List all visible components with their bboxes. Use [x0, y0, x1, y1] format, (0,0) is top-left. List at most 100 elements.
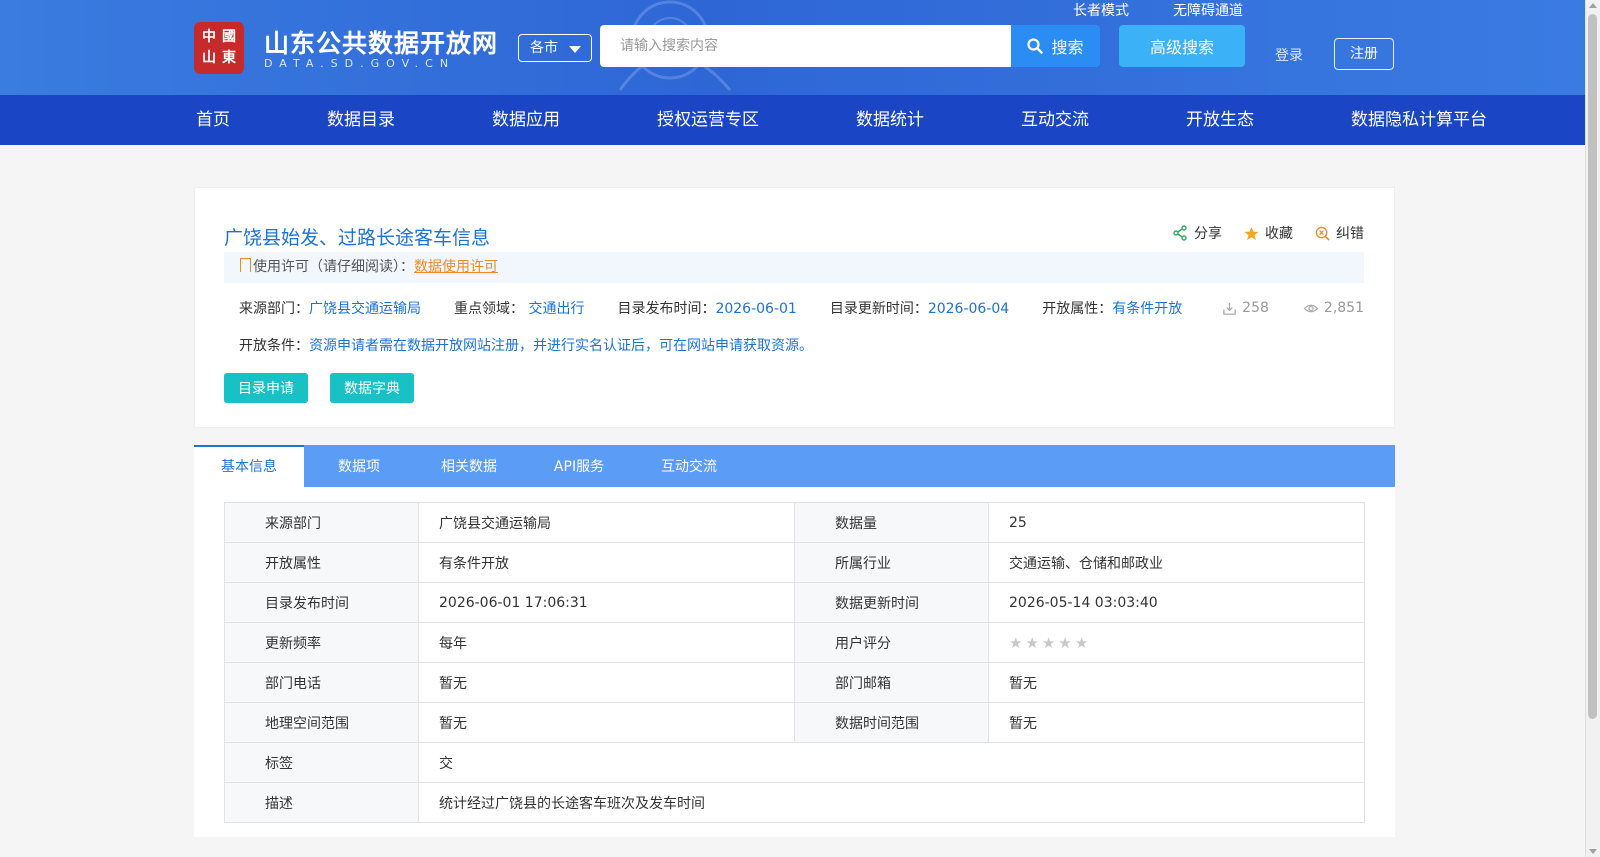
info-key: 部门邮箱 [794, 662, 989, 703]
scroll-up-arrow-icon[interactable] [1589, 3, 1597, 8]
tab-data-items[interactable]: 数据项 [304, 445, 414, 487]
catalog-apply-button[interactable]: 目录申请 [224, 373, 308, 403]
eye-icon [1303, 304, 1319, 312]
basic-info-panel: 来源部门 广饶县交通运输局 数据量 25 开放属性 有条件开放 所属行业 交通运… [194, 487, 1395, 837]
meta-source-label: 来源部门： [239, 301, 309, 317]
info-value: 2026-06-01 17:06:31 [418, 582, 795, 623]
search-input[interactable] [600, 25, 1011, 67]
nav-item-catalog[interactable]: 数据目录 [327, 95, 395, 145]
site-title[interactable]: 山东公共数据开放网 [264, 24, 498, 60]
info-value: 暂无 [988, 702, 1365, 743]
meta-source-value[interactable]: 广饶县交通运输局 [309, 301, 421, 317]
download-count-value: 258 [1242, 300, 1269, 316]
user-rating: ★ ★ ★ ★ ★ [988, 622, 1365, 663]
info-key: 目录发布时间 [224, 582, 419, 623]
table-row: 描述 统计经过广饶县的长途客车班次及发车时间 [224, 782, 1365, 823]
open-condition: 开放条件：资源申请者需在数据开放网站注册，并进行实名认证后，可在网站申请获取资源… [239, 335, 813, 355]
data-dictionary-button[interactable]: 数据字典 [330, 373, 414, 403]
register-button[interactable]: 注册 [1334, 38, 1394, 70]
meta-field: 重点领域： 交通出行 [454, 298, 584, 318]
license-bar: 使用许可（请仔细阅读）：数据使用许可 [224, 252, 1364, 283]
nav-item-privacy-computing[interactable]: 数据隐私计算平台 [1351, 95, 1487, 145]
info-key: 数据更新时间 [794, 582, 989, 623]
info-value: 25 [988, 502, 1365, 543]
table-row: 更新频率 每年 用户评分 ★ ★ ★ ★ ★ [224, 622, 1365, 663]
info-value: 广饶县交通运输局 [418, 502, 795, 543]
nav-item-apps[interactable]: 数据应用 [492, 95, 560, 145]
table-row: 标签 交 [224, 742, 1365, 783]
rating-stars[interactable]: ★ ★ ★ ★ ★ [1009, 634, 1088, 652]
nav-item-stats[interactable]: 数据统计 [856, 95, 924, 145]
nav-item-authorized[interactable]: 授权运营专区 [657, 95, 759, 145]
main-nav: 首页 数据目录 数据应用 授权运营专区 数据统计 互动交流 开放生态 数据隐私计… [0, 95, 1585, 145]
tab-related-data[interactable]: 相关数据 [414, 445, 524, 487]
open-condition-value: 资源申请者需在数据开放网站注册，并进行实名认证后，可在网站申请获取资源。 [309, 338, 813, 354]
nav-item-ecosystem[interactable]: 开放生态 [1186, 95, 1254, 145]
nav-item-interaction[interactable]: 互动交流 [1021, 95, 1089, 145]
meta-field-value[interactable]: 交通出行 [528, 301, 584, 317]
correct-button[interactable]: 纠错 [1315, 223, 1364, 243]
description-value: 统计经过广饶县的长途客车班次及发车时间 [418, 782, 1365, 823]
info-key: 地理空间范围 [224, 702, 419, 743]
star-icon[interactable]: ★ [1025, 634, 1038, 652]
info-value: 暂无 [418, 662, 795, 703]
tab-basic-info[interactable]: 基本信息 [194, 445, 304, 487]
scrollbar-thumb[interactable] [1588, 14, 1597, 719]
caret-down-icon [569, 46, 581, 53]
info-value: 有条件开放 [418, 542, 795, 583]
table-row: 来源部门 广饶县交通运输局 数据量 25 [224, 502, 1365, 543]
view-count: 2,851 [1303, 300, 1364, 316]
search-button[interactable]: 搜索 [1011, 25, 1100, 67]
star-icon[interactable]: ★ [1058, 634, 1071, 652]
tab-interaction[interactable]: 互动交流 [634, 445, 744, 487]
advanced-search-button[interactable]: 高级搜索 [1119, 25, 1245, 67]
dataset-title: 广饶县始发、过路长途客车信息 [224, 227, 491, 249]
star-icon[interactable]: ★ [1042, 634, 1055, 652]
info-key: 开放属性 [224, 542, 419, 583]
page-scrollbar[interactable] [1585, 0, 1600, 857]
meta-pub-label: 目录发布时间： [617, 301, 716, 317]
meta-upd-value: 2026-06-04 [927, 301, 1010, 317]
info-key: 来源部门 [224, 502, 419, 543]
accessibility-link[interactable]: 无障碍通道 [1173, 0, 1243, 20]
dataset-actions: 分享 收藏 纠错 [1172, 223, 1364, 243]
download-icon [1223, 302, 1236, 315]
site-domain: DATA.SD.GOV.CN [264, 57, 456, 70]
info-value: 2026-05-14 03:03:40 [988, 582, 1365, 623]
elder-mode-link[interactable]: 长者模式 [1073, 0, 1129, 20]
nav-item-home[interactable]: 首页 [196, 95, 230, 145]
favorite-label: 收藏 [1265, 226, 1293, 242]
license-link[interactable]: 数据使用许可 [414, 259, 498, 275]
table-row: 地理空间范围 暂无 数据时间范围 暂无 [224, 702, 1365, 743]
star-icon[interactable]: ★ [1009, 634, 1022, 652]
site-header: 中 國 山 東 山东公共数据开放网 DATA.SD.GOV.CN 各市 搜索 高… [0, 0, 1585, 95]
basic-info-table: 来源部门 广饶县交通运输局 数据量 25 开放属性 有条件开放 所属行业 交通运… [224, 502, 1365, 823]
info-value: 暂无 [418, 702, 795, 743]
login-link[interactable]: 登录 [1275, 45, 1303, 65]
meta-source: 来源部门：广饶县交通运输局 [239, 298, 421, 318]
info-key: 所属行业 [794, 542, 989, 583]
meta-field-label: 重点领域： [454, 301, 524, 317]
tab-api-service[interactable]: API服务 [524, 445, 634, 487]
scroll-down-arrow-icon[interactable] [1589, 849, 1597, 854]
search-button-label: 搜索 [1051, 38, 1084, 57]
logo-seal[interactable]: 中 國 山 東 [194, 22, 244, 74]
meta-upd-label: 目录更新时间： [829, 301, 928, 317]
dataset-meta: 来源部门：广饶县交通运输局 重点领域： 交通出行 目录发布时间： 2026-06-… [239, 298, 1215, 318]
share-button[interactable]: 分享 [1172, 223, 1222, 243]
star-icon[interactable]: ★ [1075, 634, 1088, 652]
meta-open-attr: 开放属性：有条件开放 [1042, 298, 1182, 318]
info-key: 用户评分 [794, 622, 989, 663]
detail-tabs: 基本信息 数据项 相关数据 API服务 互动交流 [194, 445, 1395, 487]
favorite-button[interactable]: 收藏 [1244, 223, 1293, 243]
info-key: 更新频率 [224, 622, 419, 663]
info-key: 部门电话 [224, 662, 419, 703]
info-value: 暂无 [988, 662, 1365, 703]
star-icon [1244, 226, 1259, 240]
info-key: 数据量 [794, 502, 989, 543]
info-key: 标签 [224, 742, 419, 783]
download-count: 258 [1222, 300, 1269, 316]
table-row: 目录发布时间 2026-06-01 17:06:31 数据更新时间 2026-0… [224, 582, 1365, 623]
city-select[interactable]: 各市 [518, 34, 592, 62]
table-row: 开放属性 有条件开放 所属行业 交通运输、仓储和邮政业 [224, 542, 1365, 583]
